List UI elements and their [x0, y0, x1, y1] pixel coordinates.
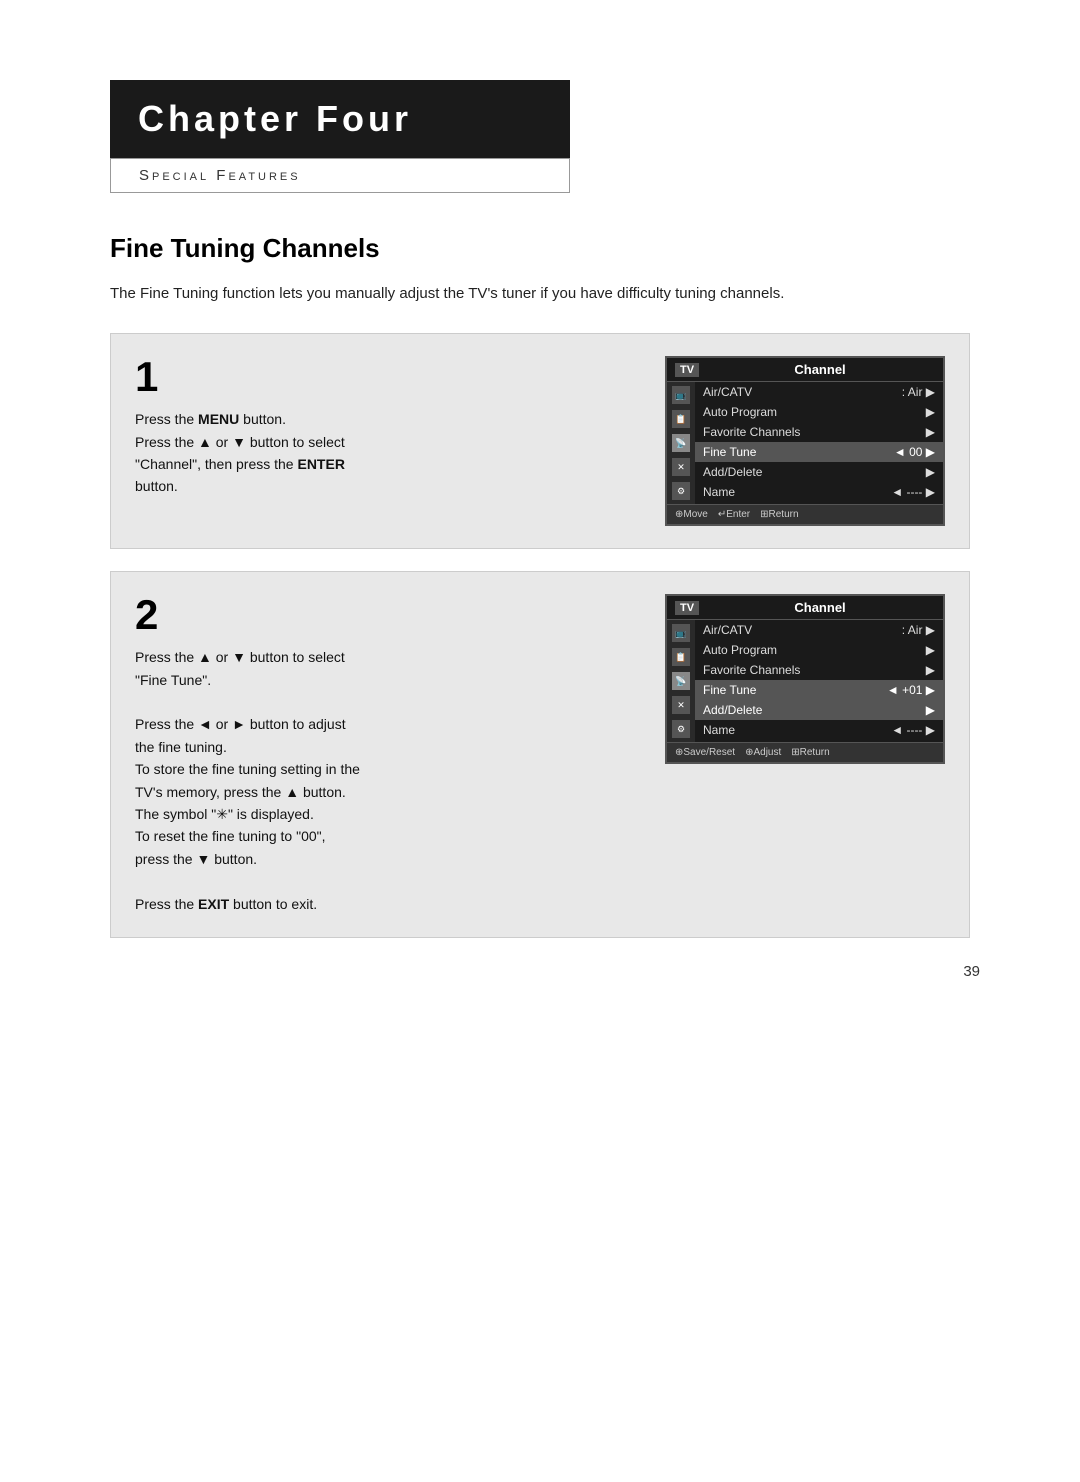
tv-menu-1-header: TV Channel [667, 358, 943, 382]
step-1-number: 1 [135, 356, 645, 398]
tv-icon-2-5: ⚙ [672, 720, 690, 738]
step-1-tv-menu: TV Channel 📺 📋 📡 ✕ ⚙ Air/CATV : Air ▶ [665, 356, 945, 526]
tv-item-1-3: Favorite Channels ▶ [695, 422, 943, 442]
tv-item-1-2: Auto Program ▶ [695, 402, 943, 422]
tv-menu-2-items: Air/CATV : Air ▶ Auto Program ▶ Favorite… [695, 620, 943, 742]
page-number: 39 [963, 963, 980, 980]
section-description: The Fine Tuning function lets you manual… [110, 282, 930, 305]
step-2-number: 2 [135, 594, 645, 636]
tv-item-2-1: Air/CATV : Air ▶ [695, 620, 943, 640]
step-2-text: Press the ▲ or ▼ button to select "Fine … [135, 646, 645, 915]
step-1-box: 1 Press the MENU button. Press the ▲ or … [110, 333, 970, 549]
tv-item-2-6: Name ◄ ---- ▶ [695, 720, 943, 740]
tv-icon-2-2: 📋 [672, 648, 690, 666]
tv-icon-1: 📺 [672, 386, 690, 404]
tv-label-1: TV [675, 363, 699, 377]
tv-menu-1-body: 📺 📋 📡 ✕ ⚙ Air/CATV : Air ▶ Auto Program … [667, 382, 943, 504]
tv-icon-5: ⚙ [672, 482, 690, 500]
tv-icons-2: 📺 📋 📡 ✕ ⚙ [667, 620, 695, 742]
chapter-header: Chapter Four [110, 80, 570, 158]
tv-icon-3: 📡 [672, 434, 690, 452]
tv-item-1-1: Air/CATV : Air ▶ [695, 382, 943, 402]
tv-menu-1-items: Air/CATV : Air ▶ Auto Program ▶ Favorite… [695, 382, 943, 504]
tv-menu-2-header: TV Channel [667, 596, 943, 620]
subtitle-bar: Special Features [110, 158, 570, 193]
subtitle-text: Special Features [139, 167, 541, 184]
step-2-box: 2 Press the ▲ or ▼ button to select "Fin… [110, 571, 970, 938]
tv-menu-2-body: 📺 📋 📡 ✕ ⚙ Air/CATV : Air ▶ Auto Program … [667, 620, 943, 742]
tv-menu-2-footer: ⊕Save/Reset ⊕Adjust ⊞Return [667, 742, 943, 762]
chapter-title: Chapter Four [138, 98, 542, 140]
tv-icon-2-4: ✕ [672, 696, 690, 714]
section-title: Fine Tuning Channels [110, 233, 980, 264]
tv-icon-4: ✕ [672, 458, 690, 476]
tv-item-2-5: Add/Delete ▶ [695, 700, 943, 720]
chapter-header-block: Chapter Four Special Features [110, 80, 980, 193]
tv-icons-1: 📺 📋 📡 ✕ ⚙ [667, 382, 695, 504]
tv-item-1-5: Add/Delete ▶ [695, 462, 943, 482]
tv-item-1-6: Name ◄ ---- ▶ [695, 482, 943, 502]
tv-icon-2-3: 📡 [672, 672, 690, 690]
tv-item-2-3: Favorite Channels ▶ [695, 660, 943, 680]
tv-label-2: TV [675, 601, 699, 615]
tv-item-2-4: Fine Tune ◄ +01 ▶ [695, 680, 943, 700]
tv-menu-1-title: Channel [705, 362, 935, 377]
tv-item-1-4: Fine Tune ◄ 00 ▶ [695, 442, 943, 462]
step-2-tv-menu: TV Channel 📺 📋 📡 ✕ ⚙ Air/CATV : Air ▶ [665, 594, 945, 764]
tv-menu-2-title: Channel [705, 600, 935, 615]
page: Chapter Four Special Features Fine Tunin… [0, 0, 1080, 1040]
tv-icon-2: 📋 [672, 410, 690, 428]
step-1-left: 1 Press the MENU button. Press the ▲ or … [135, 356, 645, 498]
step-1-text: Press the MENU button. Press the ▲ or ▼ … [135, 408, 645, 498]
step-2-left: 2 Press the ▲ or ▼ button to select "Fin… [135, 594, 645, 915]
tv-menu-1-footer: ⊕Move ↵Enter ⊞Return [667, 504, 943, 524]
tv-icon-2-1: 📺 [672, 624, 690, 642]
tv-item-2-2: Auto Program ▶ [695, 640, 943, 660]
